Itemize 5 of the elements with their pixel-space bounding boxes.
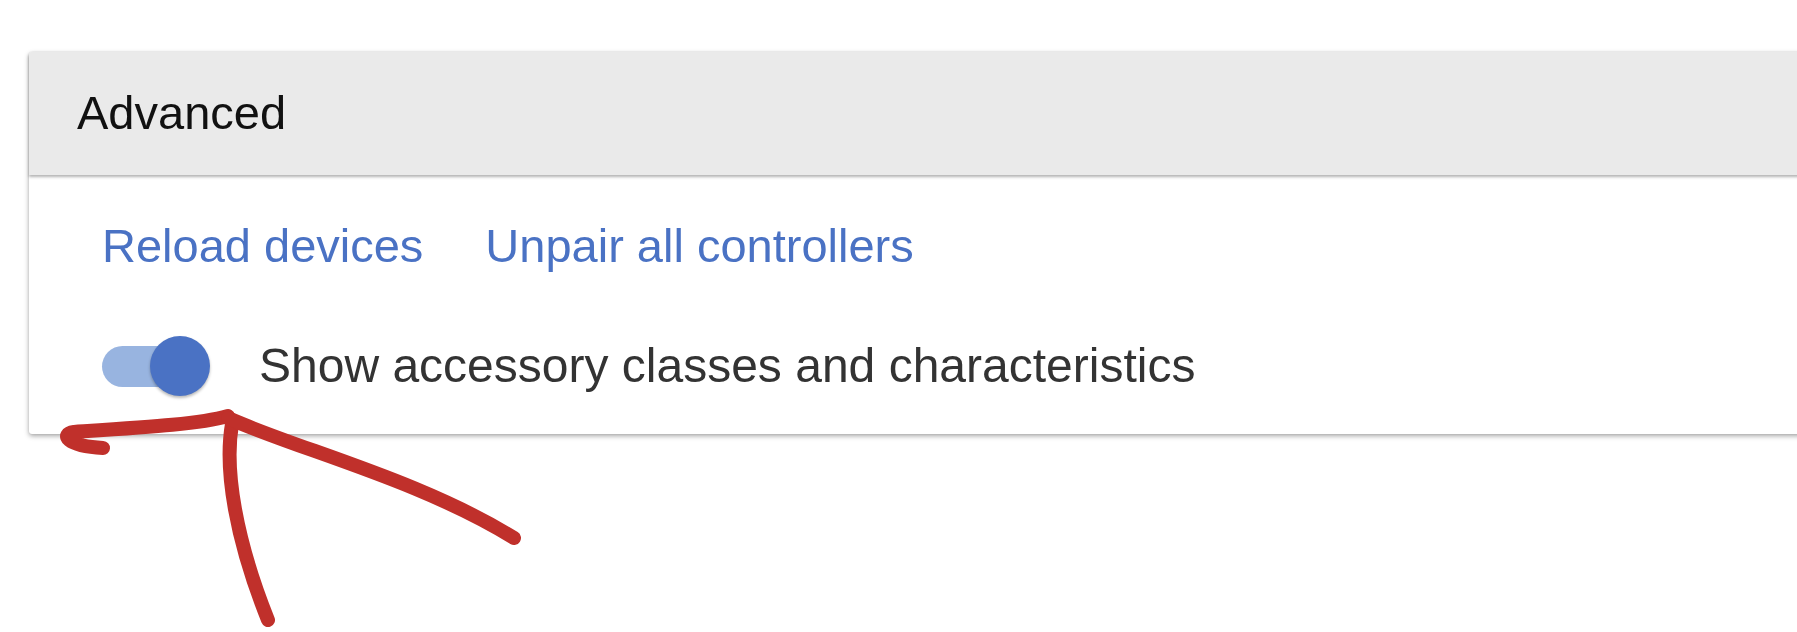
toggle-switch[interactable] — [102, 336, 210, 396]
section-title: Advanced — [77, 85, 287, 142]
action-link[interactable]: Unpair all controllers — [485, 218, 914, 274]
setting-label: Show accessory classes and characteristics — [259, 338, 1196, 394]
action-link[interactable]: Reload devices — [102, 218, 424, 274]
